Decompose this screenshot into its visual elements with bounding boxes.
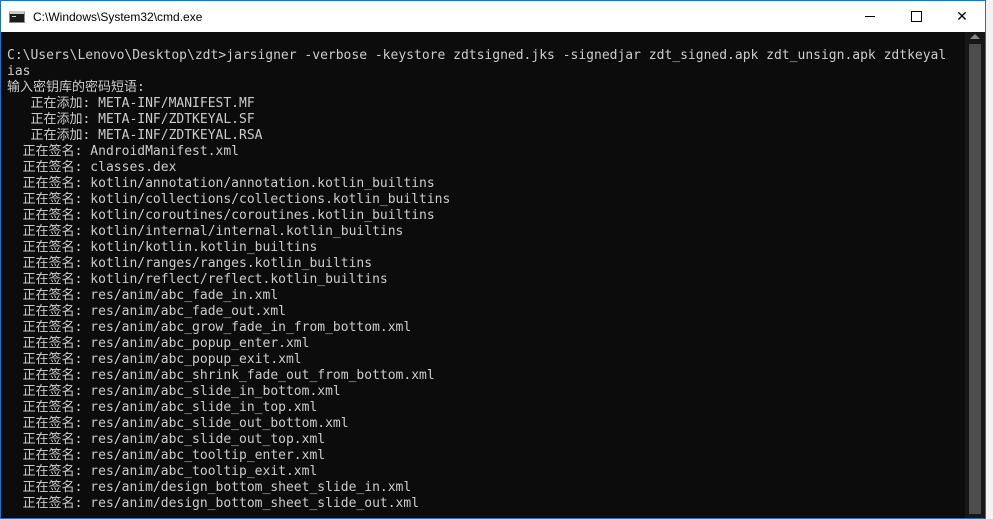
console-line: 正在签名: res/anim/abc_fade_out.xml — [7, 304, 286, 319]
console-line: C:\Users\Lenovo\Desktop\zdt>jarsigner -v… — [7, 48, 947, 63]
window-controls: ✕ — [847, 1, 985, 32]
minimize-button[interactable] — [847, 1, 893, 32]
title-bar[interactable]: C:\Windows\System32\cmd.exe ✕ — [1, 1, 985, 32]
scroll-up-arrow-icon[interactable] — [970, 34, 980, 39]
console-line: 正在签名: res/anim/abc_shrink_fade_out_from_… — [7, 368, 435, 383]
background-window-edge — [986, 0, 993, 519]
console-line: 正在签名: kotlin/ranges/ranges.kotlin_builti… — [7, 256, 373, 271]
scrollbar-thumb[interactable] — [969, 44, 981, 514]
close-button[interactable]: ✕ — [939, 1, 985, 32]
console-line: 正在签名: res/anim/design_bottom_sheet_slide… — [7, 496, 420, 511]
window-title: C:\Windows\System32\cmd.exe — [33, 9, 203, 24]
console-line: 正在签名: kotlin/reflect/reflect.kotlin_buil… — [7, 272, 388, 287]
console-line: 正在签名: res/anim/abc_fade_in.xml — [7, 288, 279, 303]
maximize-button[interactable] — [893, 1, 939, 32]
minimize-icon — [865, 16, 875, 17]
vertical-scrollbar[interactable] — [965, 32, 985, 518]
cmd-app-icon[interactable] — [9, 10, 25, 23]
console-line: 正在签名: classes.dex — [7, 160, 177, 175]
console-line: 正在签名: res/anim/abc_popup_enter.xml — [7, 336, 310, 351]
console-line: 正在签名: res/anim/abc_tooltip_exit.xml — [7, 464, 318, 479]
console-line: 正在签名: kotlin/annotation/annotation.kotli… — [7, 176, 435, 191]
cmd-window: C:\Windows\System32\cmd.exe ✕ C:\Users\L… — [0, 0, 986, 519]
console-line: 正在签名: res/anim/design_bottom_sheet_slide… — [7, 480, 412, 495]
console-line: ias — [7, 64, 31, 79]
console-line: 正在签名: res/anim/abc_popup_exit.xml — [7, 352, 302, 367]
console-line: 正在签名: AndroidManifest.xml — [7, 144, 240, 159]
console-line: 输入密钥库的密码短语: — [7, 80, 145, 95]
console-line: 正在添加: META-INF/MANIFEST.MF — [7, 96, 255, 111]
console-line: 正在签名: res/anim/abc_slide_out_top.xml — [7, 432, 326, 447]
console-line: 正在签名: kotlin/collections/collections.kot… — [7, 192, 451, 207]
console-line: 正在添加: META-INF/ZDTKEYAL.SF — [7, 112, 255, 127]
console-line: 正在签名: res/anim/abc_tooltip_enter.xml — [7, 448, 326, 463]
maximize-icon — [910, 11, 922, 22]
console-line: 正在签名: res/anim/abc_slide_in_bottom.xml — [7, 384, 341, 399]
console-line: 正在添加: META-INF/ZDTKEYAL.RSA — [7, 128, 263, 143]
close-icon: ✕ — [956, 8, 968, 25]
console-line: 正在签名: res/anim/abc_grow_fade_in_from_bot… — [7, 320, 412, 335]
console-line: 正在签名: kotlin/internal/internal.kotlin_bu… — [7, 224, 404, 239]
console-line: 正在签名: kotlin/kotlin.kotlin_builtins — [7, 240, 318, 255]
console-line: 正在签名: kotlin/coroutines/coroutines.kotli… — [7, 208, 435, 223]
console-line: 正在签名: res/anim/abc_slide_out_bottom.xml — [7, 416, 349, 431]
console-output[interactable]: C:\Users\Lenovo\Desktop\zdt>jarsigner -v… — [1, 32, 965, 518]
console-line: 正在签名: res/anim/abc_slide_in_top.xml — [7, 400, 318, 415]
